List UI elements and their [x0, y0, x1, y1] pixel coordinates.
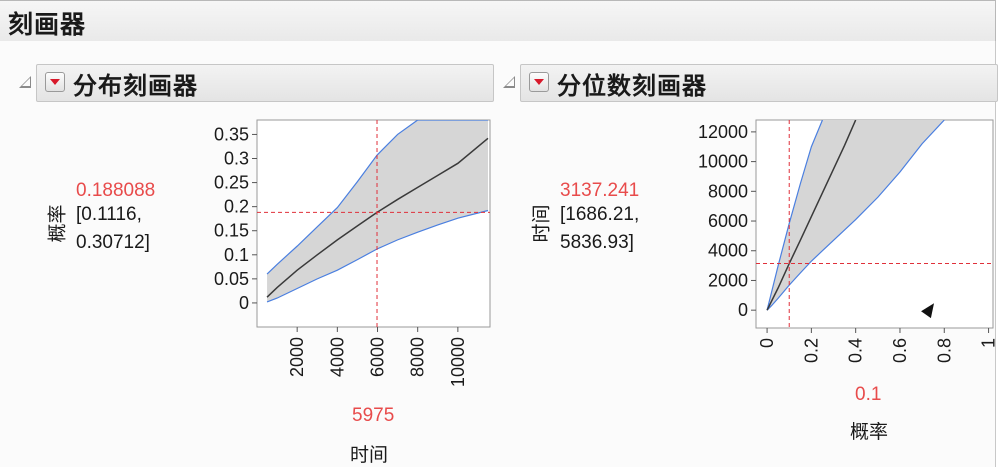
x-tick-label: 0.4	[846, 338, 866, 363]
x-tick-label: 8000	[408, 337, 428, 377]
x-axis-title: 时间	[350, 444, 389, 466]
confidence-interval-upper: 5836.93]	[560, 232, 634, 253]
y-tick-label: 0.35	[214, 124, 249, 144]
y-tick-label: 0.25	[214, 173, 249, 193]
disclosure-toggle-icon[interactable]	[503, 76, 515, 88]
x-tick-label: 1	[979, 338, 999, 348]
y-tick-label: 0.15	[214, 221, 249, 241]
y-tick-label: 10000	[698, 152, 748, 172]
panel-title: 分位数刻画器	[557, 72, 707, 100]
quantile-profiler-header: 分位数刻画器	[520, 64, 998, 102]
x-tick-label: 0.6	[890, 338, 910, 363]
y-axis-title: 时间	[530, 204, 553, 243]
confidence-interval-lower: [1686.21,	[560, 204, 640, 225]
y-tick-label: 0.2	[224, 197, 249, 217]
y-tick-label: 0.3	[224, 149, 249, 169]
y-tick-label: 8000	[708, 181, 748, 201]
y-tick-label: 0.05	[214, 269, 249, 289]
y-tick-label: 0.1	[224, 245, 249, 265]
y-tick-label: 0	[738, 300, 748, 320]
red-triangle-menu-icon[interactable]	[529, 72, 549, 92]
x-tick-label: 4000	[327, 337, 347, 377]
x-current-value[interactable]: 0.1	[855, 384, 881, 406]
y-tick-label: 2000	[708, 270, 748, 290]
x-tick-label: 10000	[448, 337, 468, 387]
y-tick-label: 12000	[698, 122, 748, 142]
y-current-value[interactable]: 3137.241	[560, 180, 639, 202]
y-tick-label: 4000	[708, 241, 748, 261]
x-tick-label: 2000	[287, 337, 307, 377]
x-tick-label: 0	[757, 338, 777, 348]
x-tick-label: 0.8	[934, 338, 954, 363]
y-tick-label: 0	[239, 293, 249, 313]
x-tick-label: 6000	[368, 337, 388, 377]
x-tick-label: 0.2	[801, 338, 821, 363]
x-current-value[interactable]: 5975	[352, 405, 394, 427]
y-tick-label: 6000	[708, 211, 748, 231]
x-axis-title: 概率	[850, 421, 889, 443]
